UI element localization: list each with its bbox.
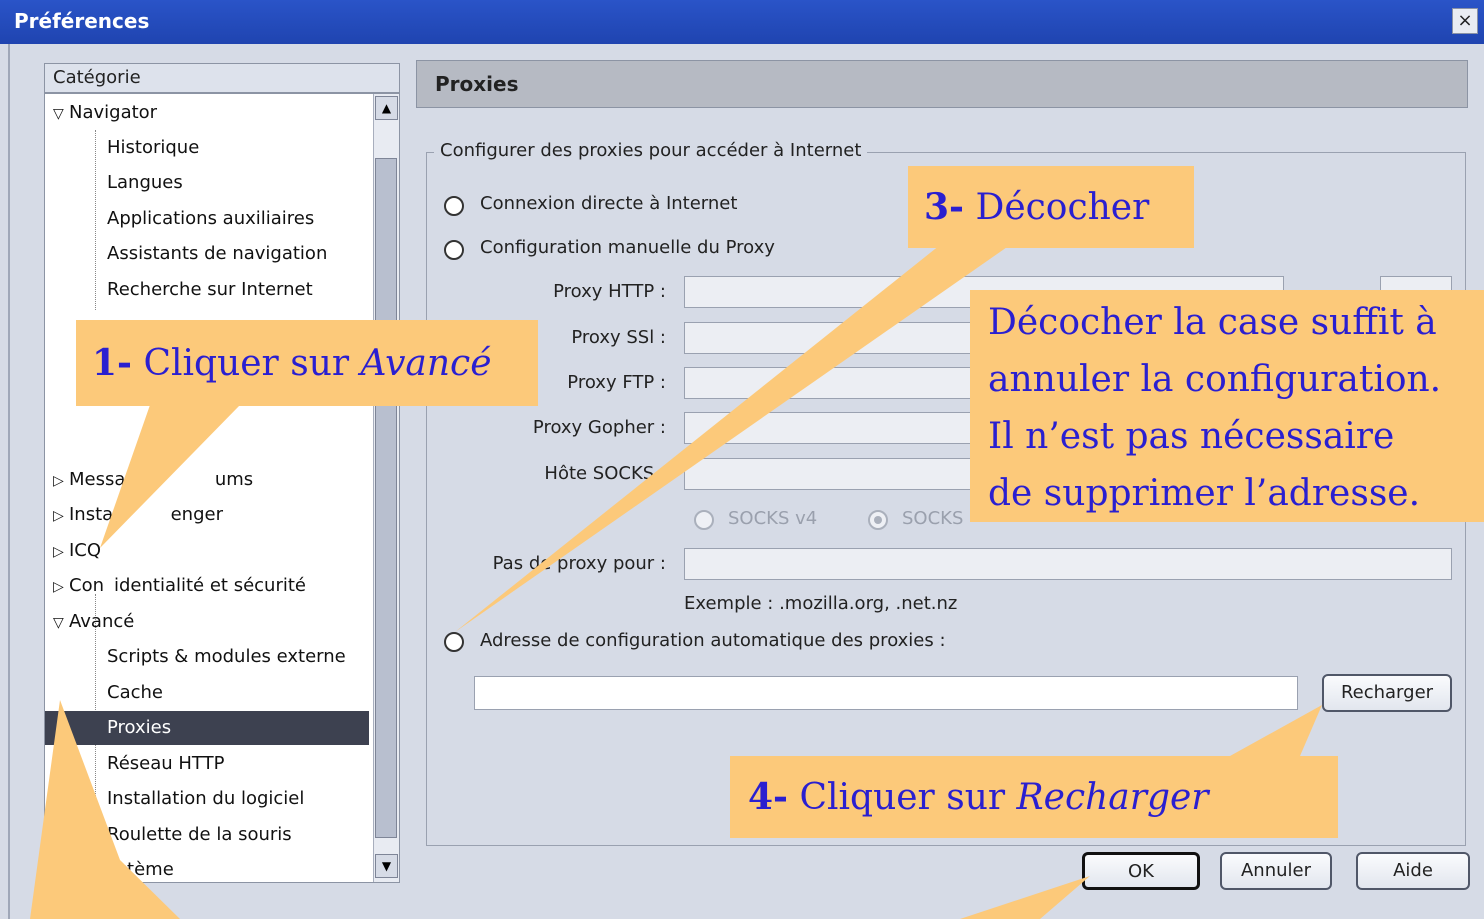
radio-manual-proxy[interactable] [444,240,464,260]
tree-item-assistants[interactable]: Assistants de navigation [45,237,369,271]
help-button[interactable]: Aide [1356,852,1470,890]
close-button[interactable]: × [1452,8,1478,34]
callout-step-1: 1- Cliquer sur Avancé [76,320,538,406]
category-header: Catégorie [44,63,400,93]
proxy-gopher-field[interactable] [684,412,984,444]
tree-item-icq[interactable]: ▷ ICQ [45,534,369,568]
tree-item-systeme[interactable]: ystème [45,853,369,882]
tree-item-proxies[interactable]: Proxies [45,711,369,745]
triangle-down-icon: ▽ [53,615,64,631]
radio-direct-connection[interactable] [444,196,464,216]
radio-manual-label: Configuration manuelle du Proxy [480,237,775,258]
group-label: Configurer des proxies pour accéder à In… [434,140,868,161]
tree-item-confidentialite[interactable]: ▷ Con identialité et sécurité [45,569,369,603]
radio-direct-label: Connexion directe à Internet [480,193,738,214]
radio-auto-config[interactable] [444,632,464,652]
proxy-http-label: Proxy HTTP : [553,281,666,302]
scroll-down-icon[interactable]: ▼ [375,854,398,878]
triangle-right-icon: ▷ [53,544,64,560]
no-proxy-field[interactable] [684,548,1452,580]
window-titlebar: Préférences × [0,0,1484,44]
panel-title: Proxies [435,72,519,96]
cancel-button[interactable]: Annuler [1220,852,1332,890]
proxy-ftp-field[interactable] [684,367,984,399]
triangle-right-icon: ▷ [53,508,64,524]
socks-v5-label: SOCKS [902,508,964,529]
tree-item-historique[interactable]: Historique [45,131,369,165]
tree-scrollbar[interactable]: ▲ ▼ [373,94,399,882]
scroll-thumb[interactable] [375,158,397,838]
tree-item-installation[interactable]: Installation du logiciel [45,782,369,816]
socks-v4-label: SOCKS v4 [728,508,818,529]
tree-item-roulette[interactable]: Roulette de la souris [45,818,369,852]
tree-item-applications[interactable]: Applications auxiliaires [45,202,369,236]
socks-host-field[interactable] [684,458,984,490]
radio-dot-icon [874,516,882,524]
tree-item-messagerie[interactable]: ▷ Messag ums [45,463,369,497]
triangle-right-icon: ▷ [53,473,64,489]
proxy-ssl-field[interactable] [684,322,984,354]
category-tree[interactable]: ▽ Navigator Historique Langues Applicatio… [44,93,400,883]
scroll-up-icon[interactable]: ▲ [375,96,398,120]
panel-header: Proxies [416,60,1468,108]
socks-host-label: Hôte SOCKS : [544,463,666,484]
callout-step-3: 3- Décocher [908,166,1194,248]
callout-step-4: 4- Cliquer sur Recharger [730,756,1338,838]
triangle-right-icon: ▷ [53,579,64,595]
auto-config-url-field[interactable] [474,676,1298,710]
ok-button[interactable]: OK [1082,852,1200,890]
callout-note: Décocher la case suffit à annuler la con… [970,290,1484,522]
radio-auto-label: Adresse de configuration automatique des… [480,630,946,651]
no-proxy-label: Pas de proxy pour : [492,553,666,574]
tree-item-recherche[interactable]: Recherche sur Internet [45,273,369,307]
tree-item-reseau-http[interactable]: Réseau HTTP [45,747,369,781]
reload-button[interactable]: Recharger [1322,674,1452,712]
window-title: Préférences [14,9,150,33]
radio-socks-v4[interactable] [694,510,714,530]
tree-item-avance[interactable]: ▽ Avancé [45,605,369,639]
tree-item-instant-messenger[interactable]: ▷ Instan enger [45,498,369,532]
tree-item-navigator[interactable]: ▽ Navigator [45,96,369,130]
no-proxy-example: Exemple : .mozilla.org, .net.nz [684,593,958,614]
tree-item-cache[interactable]: Cache [45,676,369,710]
radio-socks-v5[interactable] [868,510,888,530]
proxy-gopher-label: Proxy Gopher : [532,417,666,438]
tree-item-scripts[interactable]: Scripts & modules externe [45,640,369,674]
triangle-down-icon: ▽ [53,106,64,122]
tree-item-langues[interactable]: Langues [45,166,369,200]
